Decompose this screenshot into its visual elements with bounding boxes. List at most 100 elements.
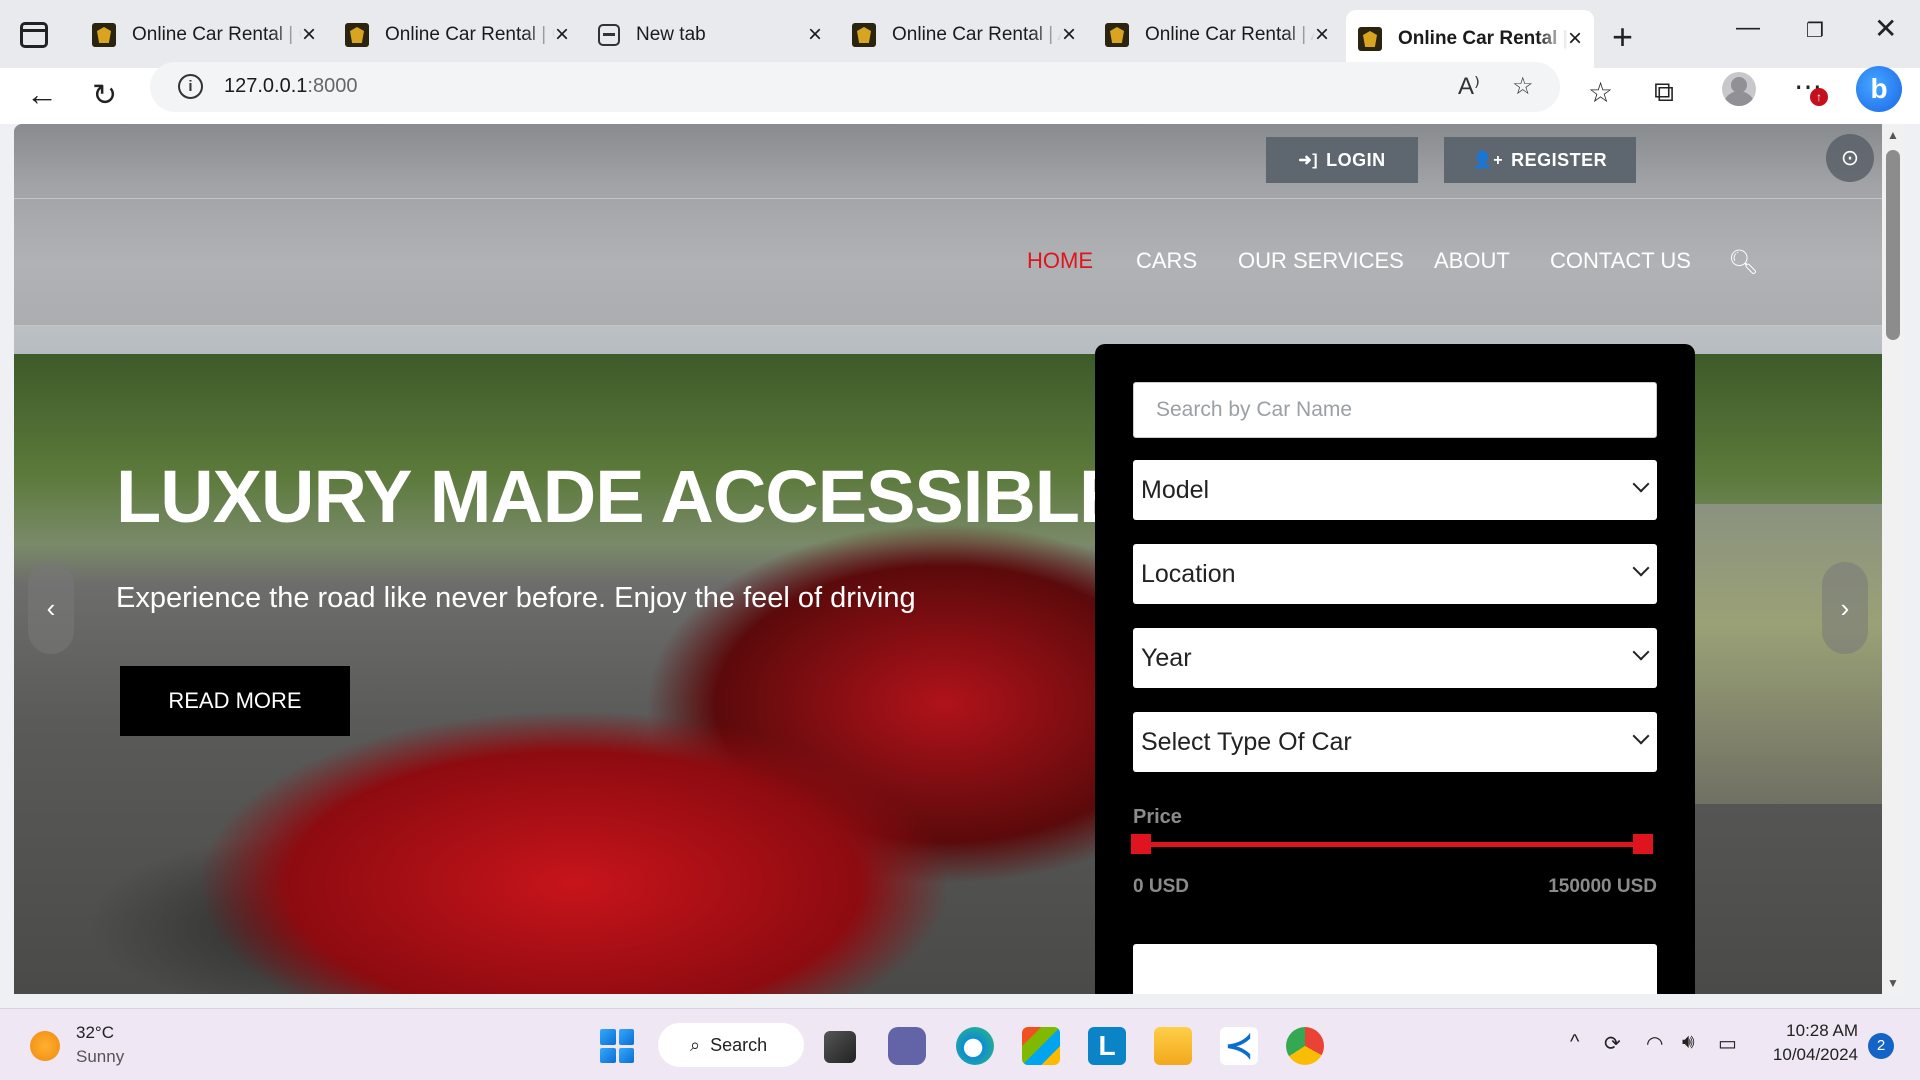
clock-time[interactable]: 10:28 AM [1762,1021,1858,1041]
nav-home[interactable]: HOME [1027,248,1093,274]
price-range-track[interactable] [1141,842,1643,847]
model-select[interactable]: Model [1133,460,1657,520]
site-logo-icon [852,23,876,47]
browser-tab[interactable]: Online Car Rental | Car Listing × [80,12,328,58]
user-plus-icon: 👤+ [1472,152,1504,169]
car-search-panel: Model Location Year Select Type Of Car P… [1095,344,1695,994]
task-view-icon[interactable] [824,1031,856,1063]
close-tab-icon[interactable]: × [302,21,316,49]
wifi-icon[interactable]: ◠ [1646,1031,1663,1056]
browser-tab[interactable]: New tab × [586,12,834,58]
site-logo-icon [1358,27,1382,51]
model-select-value: Model [1141,475,1210,504]
price-max-handle[interactable] [1633,834,1653,854]
sign-in-icon: ➜] [1298,152,1319,169]
search-icon: ⌕ [690,1034,701,1055]
scroll-thumb[interactable] [1886,150,1900,340]
carousel-prev-icon[interactable]: ‹ [28,562,74,654]
visual-search-icon[interactable]: ⊙ [1826,134,1874,182]
close-tab-icon[interactable]: × [808,21,822,49]
read-aloud-icon[interactable]: A⁾ [1458,72,1480,101]
weather-sun-icon[interactable] [30,1031,60,1061]
nav-about[interactable]: ABOUT [1434,248,1510,274]
restore-icon[interactable]: ❐ [1806,18,1824,43]
copilot-icon[interactable]: b [1856,66,1902,112]
tab-title: Online Car Rental | Car Listing [132,24,302,45]
register-button[interactable]: 👤+ REGISTER [1444,137,1636,183]
address-bar[interactable]: i 127.0.0.1:8000 A⁾ ☆ [150,62,1560,112]
location-select[interactable]: Location [1133,544,1657,604]
file-explorer-icon[interactable] [1154,1027,1192,1065]
add-favorite-icon[interactable]: ☆ [1512,72,1534,101]
new-tab-icon [598,24,620,46]
chrome-icon[interactable] [1286,1027,1324,1065]
site-logo-icon [1105,23,1129,47]
price-min-handle[interactable] [1131,834,1151,854]
start-icon[interactable] [600,1029,634,1063]
nav-contact-us[interactable]: CONTACT US [1550,248,1691,274]
vscode-icon[interactable]: ≺ [1220,1027,1258,1065]
tab-title: Online Car Rental | Car Listing [385,24,555,45]
browser-tab[interactable]: Online Car Rental | Admin × [1093,12,1341,58]
location-select-value: Location [1141,559,1236,588]
new-tab-button[interactable]: + [1612,16,1633,58]
price-max-value: 150000 USD [1548,876,1657,897]
car-type-select[interactable]: Select Type Of Car [1133,712,1657,772]
hero-subtitle: Experience the road like never before. E… [116,582,916,614]
header-divider [14,198,1882,199]
notification-count-badge[interactable]: 2 [1868,1033,1894,1059]
page-scrollbar[interactable]: ▲ ▼ [1882,124,1904,994]
l-app-icon[interactable]: L [1088,1027,1126,1065]
close-tab-icon[interactable]: × [1568,25,1582,53]
browser-tab[interactable]: Online Car Rental | Admin × [840,12,1088,58]
url-text[interactable]: 127.0.0.1:8000 [224,75,357,98]
show-hidden-icons-icon[interactable]: ^ [1570,1031,1579,1054]
chevron-down-icon [1632,643,1650,661]
battery-icon[interactable]: ▭ [1718,1031,1737,1056]
scroll-up-icon[interactable]: ▲ [1887,128,1899,142]
close-tab-icon[interactable]: × [1062,21,1076,49]
chevron-down-icon [1632,475,1650,493]
favorites-icon[interactable]: ☆ [1588,76,1613,109]
taskbar-search-button[interactable]: ⌕ Search [658,1023,804,1067]
back-icon[interactable]: ← [26,76,58,113]
url-host: 127.0.0.1 [224,75,308,97]
search-submit-button[interactable] [1133,944,1657,994]
close-window-icon[interactable]: ✕ [1874,12,1897,45]
tab-title: New tab [636,24,706,45]
sync-icon[interactable]: ⟳ [1604,1031,1621,1056]
taskbar-search-label: Search [710,1034,768,1055]
weather-temperature[interactable]: 32°C [76,1023,114,1043]
login-button[interactable]: ➜] LOGIN [1266,137,1418,183]
microsoft-store-icon[interactable] [1022,1027,1060,1065]
profile-avatar[interactable] [1722,72,1756,106]
year-select[interactable]: Year [1133,628,1657,688]
login-label: LOGIN [1326,149,1386,170]
carousel-next-icon[interactable]: › [1822,562,1868,654]
collections-icon[interactable]: ⧉ [1654,76,1674,109]
car-type-select-value: Select Type Of Car [1141,727,1352,756]
browser-tab-active[interactable]: Online Car Rental | Home × [1346,10,1594,68]
scroll-down-icon[interactable]: ▼ [1887,976,1899,990]
read-more-button[interactable]: READ MORE [120,666,350,736]
car-name-search-input[interactable] [1133,382,1657,438]
search-icon[interactable]: 🔍︎ [1728,248,1758,277]
edge-browser-icon[interactable] [956,1027,994,1065]
browser-tab[interactable]: Online Car Rental | Car Listing × [333,12,581,58]
weather-description[interactable]: Sunny [76,1047,124,1067]
volume-icon[interactable]: 🔊︎ [1682,1031,1695,1054]
nav-our-services[interactable]: OUR SERVICES [1238,248,1404,274]
site-info-icon[interactable]: i [178,74,203,99]
close-tab-icon[interactable]: × [1315,21,1329,49]
minimize-icon[interactable]: — [1736,14,1760,42]
windows-taskbar: 32°C Sunny ⌕ Search L ≺ ^ ⟳ ◠ 🔊︎ ▭ 10:28… [0,1008,1920,1080]
nav-cars[interactable]: CARS [1136,248,1197,274]
price-label: Price [1133,806,1182,828]
tab-actions-icon[interactable] [20,22,48,48]
close-tab-icon[interactable]: × [555,21,569,49]
refresh-icon[interactable]: ↻ [92,78,117,113]
update-badge-icon: ↑ [1810,88,1828,106]
year-select-value: Year [1141,643,1192,672]
clock-date[interactable]: 10/04/2024 [1752,1045,1858,1065]
teams-chat-icon[interactable] [888,1027,926,1065]
